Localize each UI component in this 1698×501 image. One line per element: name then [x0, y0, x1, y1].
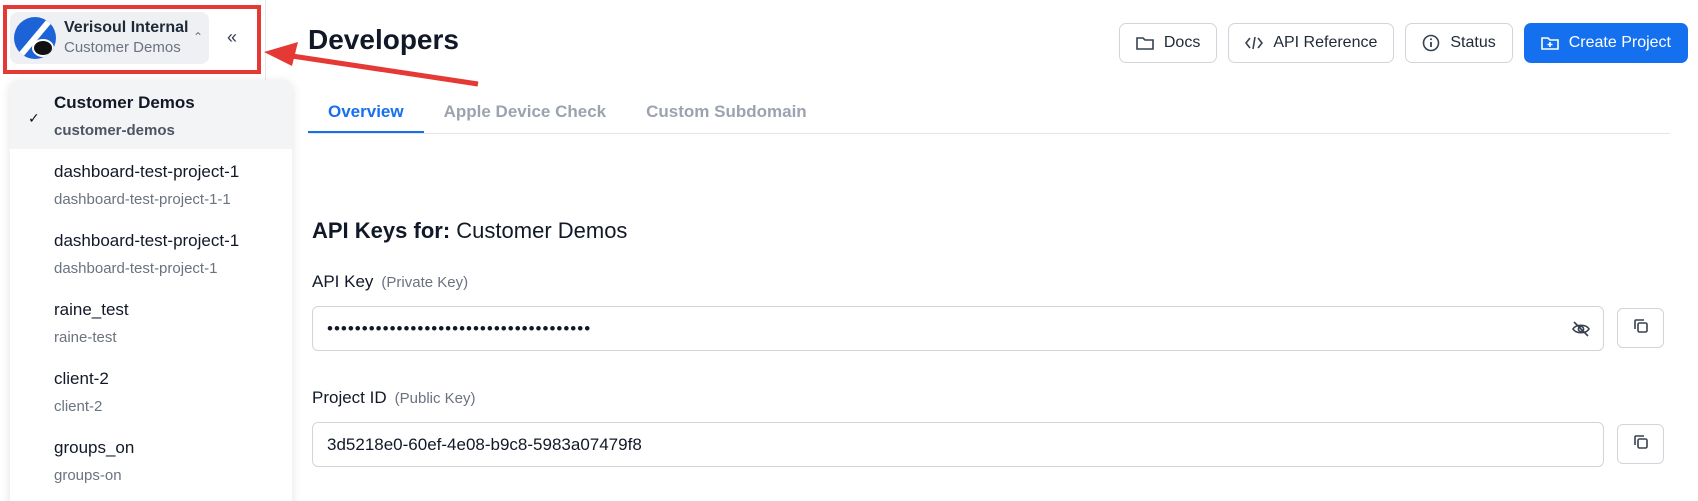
verisoul-logo: [14, 17, 56, 59]
project-id-label: Project ID (Public Key): [312, 388, 476, 408]
project-item-slug: groups-on: [54, 467, 122, 484]
code-icon: [1245, 34, 1264, 52]
project-item-title: client-2: [54, 369, 109, 388]
project-item-title: raine_test: [54, 300, 129, 319]
tab-apple-device-check[interactable]: Apple Device Check: [424, 92, 627, 133]
api-keys-heading-label: API Keys for:: [312, 218, 451, 243]
project-item-slug: client-2: [54, 398, 103, 415]
page-title: Developers: [308, 24, 459, 55]
project-item[interactable]: dashboard-test-project-1 dashboard-test-…: [10, 149, 292, 218]
tab-overview[interactable]: Overview: [308, 92, 424, 133]
project-item-title: dashboard-test-project-1: [54, 231, 240, 250]
folder-plus-icon: [1540, 34, 1559, 52]
copy-project-id-button[interactable]: [1617, 424, 1664, 464]
project-item-title: groups_on: [54, 438, 135, 457]
api-keys-heading-project: Customer Demos: [456, 218, 628, 243]
project-item[interactable]: client-2 client-2: [10, 356, 292, 425]
chevron-up-icon: ⌃: [192, 30, 203, 44]
tab-custom-subdomain[interactable]: Custom Subdomain: [626, 92, 827, 133]
docs-label: Docs: [1163, 34, 1201, 51]
copy-icon: [1632, 433, 1650, 456]
api-key-label: API Key (Private Key): [312, 272, 468, 292]
project-item-customer-demos[interactable]: ✓ Customer Demos customer-demos: [10, 80, 292, 149]
status-label: Status: [1450, 34, 1496, 51]
project-item-slug: raine-test: [54, 329, 117, 346]
project-item-slug: dashboard-test-project-1-1: [54, 191, 231, 208]
folder-icon: [1136, 34, 1154, 52]
project-item-title: Customer Demos: [54, 93, 195, 112]
api-key-hint: (Private Key): [381, 274, 469, 291]
api-key-field[interactable]: ••••••••••••••••••••••••••••••••••••••: [312, 306, 1604, 351]
project-item[interactable]: raine_test raine-test: [10, 287, 292, 356]
eye-off-icon[interactable]: [1571, 319, 1591, 339]
copy-icon: [1632, 317, 1650, 340]
project-id-hint: (Public Key): [394, 390, 476, 407]
header-toolbar: Docs API Reference Status Create Project: [1118, 23, 1688, 63]
api-keys-heading: API Keys for: Customer Demos: [312, 218, 627, 244]
status-button[interactable]: Status: [1405, 23, 1513, 63]
project-id-value: 3d5218e0-60ef-4e08-b9c8-5983a07479f8: [327, 434, 642, 454]
project-dropdown: ✓ Customer Demos customer-demos dashboar…: [10, 80, 292, 501]
current-project: Customer Demos: [64, 39, 181, 56]
info-icon: [1422, 34, 1440, 52]
check-icon: ✓: [28, 110, 40, 126]
create-project-label: Create Project: [1568, 34, 1671, 51]
project-id-label-text: Project ID: [312, 388, 387, 407]
tab-bar: Overview Apple Device Check Custom Subdo…: [308, 92, 1670, 134]
project-item-title: dashboard-test-project-1: [54, 162, 240, 181]
docs-button[interactable]: Docs: [1118, 23, 1218, 63]
create-project-button[interactable]: Create Project: [1523, 23, 1688, 63]
copy-api-key-button[interactable]: [1617, 308, 1664, 348]
org-switcher[interactable]: Verisoul Internal Customer Demos ⌃: [10, 12, 209, 64]
org-name: Verisoul Internal: [64, 19, 189, 36]
api-key-label-text: API Key: [312, 272, 374, 291]
project-item-slug: customer-demos: [54, 122, 175, 139]
collapse-sidebar-button[interactable]: «: [220, 26, 244, 50]
project-item[interactable]: groups_on groups-on: [10, 425, 292, 494]
api-reference-label: API Reference: [1273, 34, 1378, 51]
api-reference-button[interactable]: API Reference: [1228, 23, 1395, 63]
project-item-slug: dashboard-test-project-1: [54, 260, 218, 277]
api-key-value: ••••••••••••••••••••••••••••••••••••••: [327, 318, 592, 338]
project-id-field[interactable]: 3d5218e0-60ef-4e08-b9c8-5983a07479f8: [312, 422, 1604, 467]
project-item[interactable]: dashboard-test-project-1 dashboard-test-…: [10, 218, 292, 287]
